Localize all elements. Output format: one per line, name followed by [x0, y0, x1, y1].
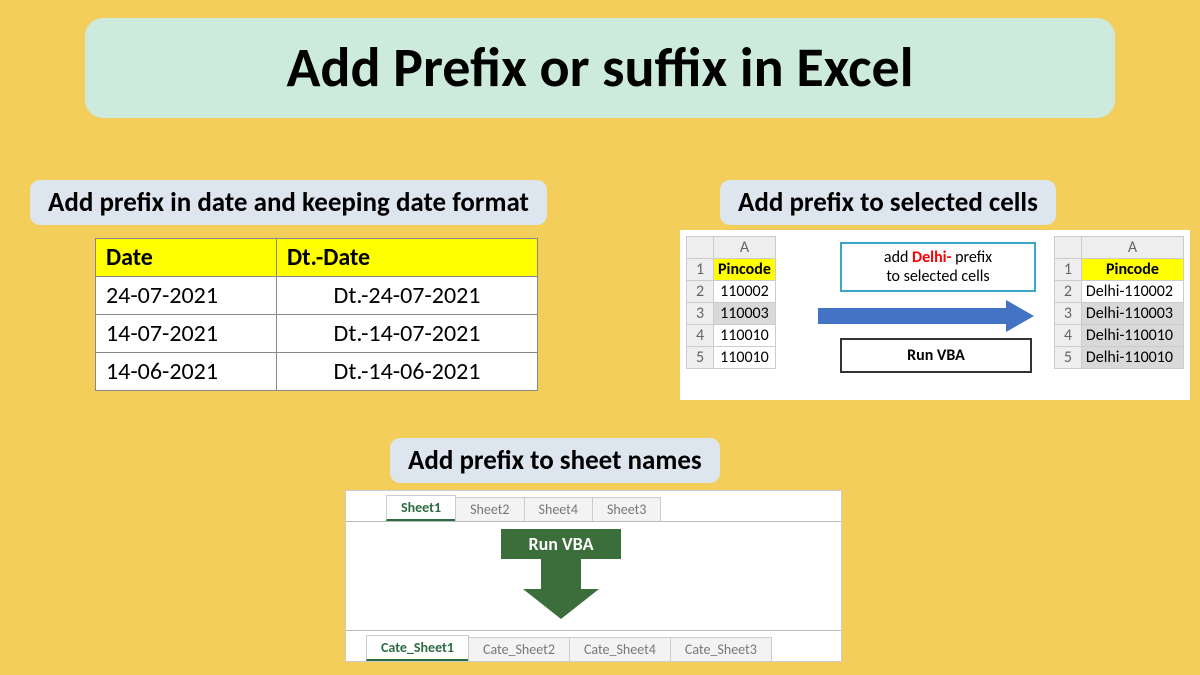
section1-heading: Add prefix in date and keeping date form… — [30, 180, 547, 225]
sheet-tab[interactable]: Sheet4 — [524, 497, 593, 521]
bubble-text: to selected cells — [886, 267, 989, 286]
section2-heading: Add prefix to selected cells — [720, 180, 1056, 225]
bubble-prefix-word: Delhi- — [912, 248, 951, 267]
sheet-tabs-before: Sheet1 Sheet2 Sheet4 Sheet3 — [346, 491, 841, 522]
run-vba-label: Run VBA — [501, 529, 621, 559]
sheet-tab[interactable]: Sheet1 — [386, 495, 456, 521]
page-title: Add Prefix or suffix in Excel — [85, 18, 1115, 118]
bubble-text: add — [884, 248, 912, 267]
section2-body: A 1Pincode 2110002 3110003 4110010 51100… — [680, 230, 1190, 400]
pincode-cell: Delhi-110010 — [1081, 325, 1183, 347]
table-row: 14-06-2021 Dt.-14-06-2021 — [96, 353, 538, 391]
run-vba-arrow-down-icon: Run VBA — [501, 529, 621, 619]
sheet-tabs-after: Cate_Sheet1 Cate_Sheet2 Cate_Sheet4 Cate… — [346, 630, 841, 661]
date-cell: 14-06-2021 — [96, 353, 277, 391]
pincode-cell: Delhi-110002 — [1081, 281, 1183, 303]
date-col2-header: Dt.-Date — [277, 239, 538, 277]
table-row: 14-07-2021 Dt.-14-07-2021 — [96, 315, 538, 353]
pincode-cell: 110010 — [714, 347, 776, 369]
table-row: 24-07-2021 Dt.-24-07-2021 — [96, 277, 538, 315]
pincode-cell: 110003 — [714, 303, 776, 325]
sheet-tab[interactable]: Sheet2 — [455, 497, 524, 521]
pincode-header: Pincode — [714, 259, 776, 281]
date-col1-header: Date — [96, 239, 277, 277]
sheet-tab[interactable]: Cate_Sheet3 — [670, 637, 772, 661]
section3-heading: Add prefix to sheet names — [390, 438, 720, 483]
run-vba-label: Run VBA — [840, 338, 1032, 373]
pincode-cell: Delhi-110010 — [1081, 347, 1183, 369]
sheet-tab[interactable]: Sheet3 — [592, 497, 661, 521]
pincode-cell: Delhi-110003 — [1081, 303, 1183, 325]
bubble-text: prefix — [951, 248, 992, 267]
col-letter: A — [1081, 237, 1183, 259]
pincode-header: Pincode — [1081, 259, 1183, 281]
date-cell: Dt.-14-06-2021 — [277, 353, 538, 391]
date-cell: 24-07-2021 — [96, 277, 277, 315]
pincode-before-grid: A 1Pincode 2110002 3110003 4110010 51100… — [686, 236, 776, 369]
date-cell: Dt.-14-07-2021 — [277, 315, 538, 353]
arrow-right-icon — [818, 302, 1038, 330]
section3-body: Sheet1 Sheet2 Sheet4 Sheet3 Run VBA Cate… — [345, 490, 842, 662]
col-letter: A — [714, 237, 776, 259]
pincode-after-grid: A 1Pincode 2Delhi-110002 3Delhi-110003 4… — [1054, 236, 1184, 369]
sheet-tab[interactable]: Cate_Sheet2 — [468, 637, 570, 661]
sheet-tab[interactable]: Cate_Sheet4 — [569, 637, 671, 661]
date-cell: 14-07-2021 — [96, 315, 277, 353]
date-prefix-table: Date Dt.-Date 24-07-2021 Dt.-24-07-2021 … — [95, 238, 538, 391]
pincode-cell: 110010 — [714, 325, 776, 347]
sheet-tab[interactable]: Cate_Sheet1 — [366, 635, 469, 661]
prefix-instruction-bubble: add Delhi- prefix to selected cells — [840, 242, 1036, 292]
pincode-cell: 110002 — [714, 281, 776, 303]
date-cell: Dt.-24-07-2021 — [277, 277, 538, 315]
